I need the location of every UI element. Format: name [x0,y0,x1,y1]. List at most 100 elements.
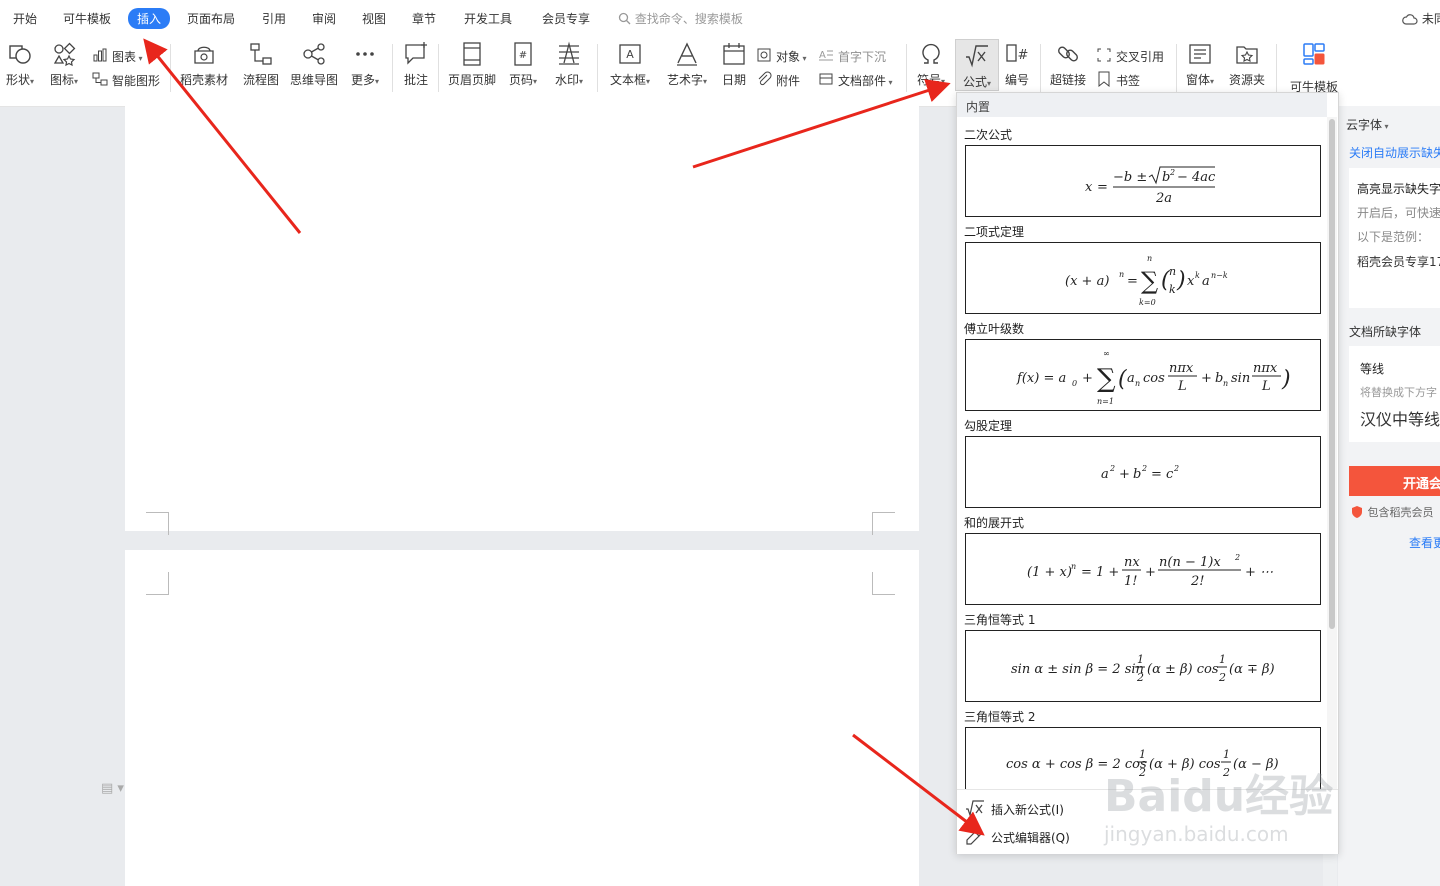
drop-cap-button[interactable]: A 首字下沉 [818,44,892,66]
cross-ref-icon [1097,48,1111,62]
highlight-title: 高亮显示缺失字 [1357,182,1440,196]
ribbon-divider [1176,44,1177,92]
menu-view[interactable]: 视图 [362,10,386,27]
example-value: 稻壳会员专享17 [1357,255,1440,269]
svg-text:=: = [1127,274,1138,289]
example-label: 以下是范例： [1357,230,1430,244]
dropdown-scroll-thumb[interactable] [1329,119,1335,629]
svg-text:cos: cos [1143,371,1165,386]
window-form-label: 窗体 [1185,73,1210,87]
equation-pythagorean[interactable]: a2 + b2 = c2 [965,436,1321,508]
trig-identity-2-render: cos α + cos β = 2 cos 1 2 (α + β) cos 1 … [1006,748,1279,779]
svg-text:n: n [1071,562,1076,571]
shape-button[interactable]: 形状▾ [2,38,38,98]
missing-font-card[interactable]: 等线 将替换成下方字 汉仪中等线 [1349,346,1440,442]
close-auto-link[interactable]: 关闭自动展示缺失 [1349,144,1440,161]
daoke-material-button[interactable]: 稻壳素材 [178,38,230,98]
date-label: 日期 [721,73,746,87]
menu-bar: 开始 可牛模板 插入 页面布局 引用 审阅 视图 章节 开发工具 会员专享 查找… [0,0,1440,38]
equation-title-sum-expansion: 和的展开式 [964,516,1025,530]
formula-button[interactable]: 公式▾ [955,39,999,91]
icon-button[interactable]: 图标▾ [46,38,82,98]
svg-text:nπx: nπx [1169,361,1194,376]
insert-new-formula-item[interactable]: 插入新公式(I) [965,796,1325,820]
svg-text:2: 2 [1218,671,1226,684]
cloud-font-dropdown[interactable]: 云字体 ▾ [1346,116,1389,133]
menu-start[interactable]: 开始 [13,10,37,27]
numbering-icon: # [1006,44,1028,63]
flowchart-button[interactable]: 流程图 [240,38,282,98]
document-page-1[interactable] [125,106,919,535]
more-button[interactable]: 更多▾ [346,38,384,98]
svg-text:2: 2 [1222,766,1230,779]
search-icon [618,12,631,25]
object-button[interactable]: 对象 ▾ [756,44,812,66]
resource-folder-button[interactable]: 资源夹 [1226,38,1268,98]
header-footer-icon [463,42,481,66]
document-page-2[interactable] [125,550,919,886]
comment-button[interactable]: 批注 [400,38,432,98]
kn-template-button[interactable]: 可牛模板 [1286,38,1342,92]
svg-text:1: 1 [1219,653,1226,666]
attachment-label: 附件 [776,74,801,88]
menu-references[interactable]: 引用 [262,10,286,27]
equation-binomial[interactable]: (x + a) n = ∑ n k=0 ( n k ) xk a n−k [965,242,1321,314]
cloud-sync-status[interactable]: 未同 [1402,10,1440,27]
menu-page-layout[interactable]: 页面布局 [187,10,235,27]
hyperlink-label: 超链接 [1049,73,1086,87]
equation-fourier[interactable]: f(x) = a 0 + ∑ ∞ n=1 ( an cos nπx L + bn… [965,339,1321,411]
window-form-button[interactable]: 窗体▾ [1180,38,1220,98]
chart-button[interactable]: 图表 ▾ [92,44,152,66]
equation-quadratic[interactable]: x = −b ± b2 − 4ac 2a [965,145,1321,217]
formula-editor-item[interactable]: 公式编辑器(Q) [965,824,1325,848]
text-box-button[interactable]: A 文本框▾ [606,38,654,98]
menu-dev-tools[interactable]: 开发工具 [464,10,512,27]
svg-text:∑: ∑ [1141,267,1158,295]
svg-text:∞: ∞ [1103,349,1110,358]
attachment-button[interactable]: 附件 [756,68,806,90]
svg-text:−b ±: −b ± [1113,170,1147,185]
svg-text:n: n [1135,379,1140,388]
date-button[interactable]: 日期 [718,38,750,98]
svg-text:2a: 2a [1155,191,1172,206]
menu-chapter[interactable]: 章节 [412,10,436,27]
word-art-button[interactable]: 艺术字▾ [662,38,712,98]
menu-review[interactable]: 审阅 [312,10,336,27]
svg-text:sin α ± sin β = 2 sin: sin α ± sin β = 2 sin [1011,662,1144,677]
svg-text:(α − β): (α − β) [1233,757,1279,772]
shield-icon [1352,506,1362,518]
header-footer-button[interactable]: 页眉页脚 [446,38,498,98]
mind-map-button[interactable]: 思维导图 [288,38,340,98]
menu-insert[interactable]: 插入 [128,8,171,29]
template-icon [1303,43,1325,65]
symbol-button[interactable]: 符号▾ [912,38,950,98]
svg-text:− 4ac: − 4ac [1177,170,1216,185]
mind-map-icon [303,43,325,65]
svg-text:nx: nx [1124,555,1140,570]
svg-text:n: n [1169,265,1176,278]
view-more-link[interactable]: 查看更 [1409,534,1440,551]
equation-sum-expansion[interactable]: (1 + x) n = 1 + nx 1! + n(n − 1)x 2 2! +… [965,533,1321,605]
page-number-button[interactable]: # 页码▾ [504,38,542,98]
numbering-button[interactable]: # 编号 [1000,38,1034,98]
smart-graphic-button[interactable]: 智能图形 [92,68,166,90]
cross-ref-button[interactable]: 交叉引用 [1096,44,1168,66]
equation-trig-1[interactable]: sin α ± sin β = 2 sin 1 2 (α ± β) cos 1 … [965,630,1321,702]
menu-member[interactable]: 会员专享 [542,10,590,27]
watermark-button[interactable]: 水印▾ [550,38,588,98]
paragraph-layout-icon[interactable]: ▤ ▾ [101,781,124,796]
bookmark-button[interactable]: 书签 [1096,68,1146,90]
search-command[interactable]: 查找命令、搜索模板 [618,10,743,27]
svg-text:1: 1 [1223,748,1230,761]
menu-kn-template[interactable]: 可牛模板 [63,10,111,27]
resource-star-icon [1236,46,1258,64]
svg-text:2: 2 [1141,464,1147,473]
chart-icon [93,48,107,62]
open-membership-button[interactable]: 开通会 [1349,466,1440,496]
doc-parts-button[interactable]: 文档部件 ▾ [818,68,898,90]
page-corner-mark [872,572,895,595]
equation-trig-2[interactable]: cos α + cos β = 2 cos 1 2 (α + β) cos 1 … [965,727,1321,790]
hyperlink-button[interactable]: 超链接 [1046,38,1090,98]
page-number-icon: # [514,42,532,66]
daoke-material-label: 稻壳素材 [179,73,228,87]
